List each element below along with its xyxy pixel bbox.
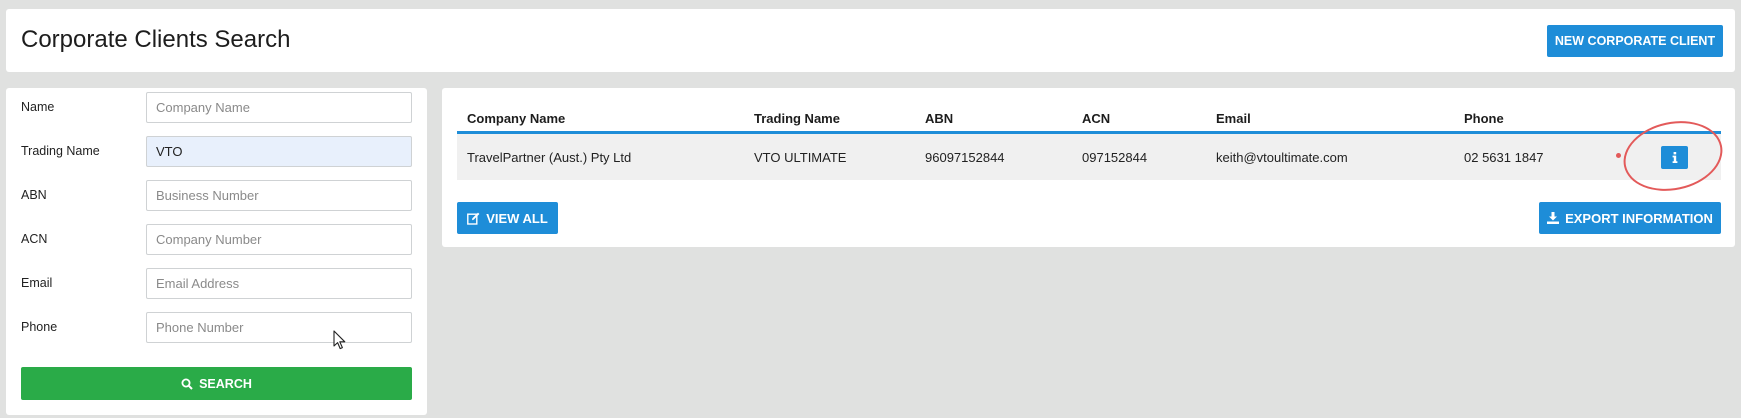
table-header: Company Name Trading Name ABN ACN Email … xyxy=(457,102,1721,134)
cell-trading-name: VTO ULTIMATE xyxy=(754,150,847,165)
info-icon xyxy=(1672,152,1678,163)
field-abn: ABN xyxy=(6,180,427,211)
phone-label: Phone xyxy=(21,320,58,334)
results-panel: Company Name Trading Name ABN ACN Email … xyxy=(442,88,1735,247)
view-all-label: VIEW ALL xyxy=(486,210,548,226)
cell-company-name: TravelPartner (Aust.) Pty Ltd xyxy=(467,150,632,165)
search-button-label: SEARCH xyxy=(199,376,252,391)
search-icon xyxy=(181,378,193,390)
page-title: Corporate Clients Search xyxy=(21,26,291,53)
acn-input[interactable] xyxy=(146,224,412,255)
cell-phone: 02 5631 1847 xyxy=(1464,150,1544,165)
mouse-cursor-icon xyxy=(333,330,349,352)
export-information-button[interactable]: EXPORT INFORMATION xyxy=(1539,202,1721,234)
column-abn[interactable]: ABN xyxy=(925,111,953,126)
trading-name-label: Trading Name xyxy=(21,144,100,158)
results-table: Company Name Trading Name ABN ACN Email … xyxy=(457,102,1729,200)
info-button[interactable] xyxy=(1661,146,1688,169)
field-acn: ACN xyxy=(6,224,427,255)
field-email: Email xyxy=(6,268,427,299)
column-acn[interactable]: ACN xyxy=(1082,111,1110,126)
annotation-dot xyxy=(1616,153,1621,158)
field-name: Name xyxy=(6,92,427,123)
cell-email: keith@vtoultimate.com xyxy=(1216,150,1348,165)
cell-abn: 96097152844 xyxy=(925,150,1005,165)
edit-icon xyxy=(467,212,480,225)
export-label: EXPORT INFORMATION xyxy=(1565,210,1713,226)
column-trading-name[interactable]: Trading Name xyxy=(754,111,840,126)
abn-label: ABN xyxy=(21,188,47,202)
column-email[interactable]: Email xyxy=(1216,111,1251,126)
name-label: Name xyxy=(21,100,55,114)
acn-label: ACN xyxy=(21,232,48,246)
download-icon xyxy=(1547,212,1560,224)
field-trading-name: Trading Name xyxy=(6,136,427,167)
phone-input[interactable] xyxy=(146,312,412,343)
table-row[interactable]: TravelPartner (Aust.) Pty Ltd VTO ULTIMA… xyxy=(457,112,1729,200)
trading-name-input[interactable] xyxy=(146,136,412,167)
column-company-name[interactable]: Company Name xyxy=(467,111,565,126)
field-phone: Phone xyxy=(6,312,427,343)
search-button[interactable]: SEARCH xyxy=(21,367,412,400)
view-all-button[interactable]: VIEW ALL xyxy=(457,202,558,234)
new-corporate-client-button[interactable]: NEW CORPORATE CLIENT xyxy=(1547,25,1723,57)
page-header: Corporate Clients Search NEW CORPORATE C… xyxy=(6,9,1735,72)
search-panel: Name Trading Name ABN ACN Email Phone SE… xyxy=(6,88,427,415)
column-phone[interactable]: Phone xyxy=(1464,111,1504,126)
abn-input[interactable] xyxy=(146,180,412,211)
name-input[interactable] xyxy=(146,92,412,123)
email-label: Email xyxy=(21,276,53,290)
cell-acn: 097152844 xyxy=(1082,150,1148,165)
email-input[interactable] xyxy=(146,268,412,299)
